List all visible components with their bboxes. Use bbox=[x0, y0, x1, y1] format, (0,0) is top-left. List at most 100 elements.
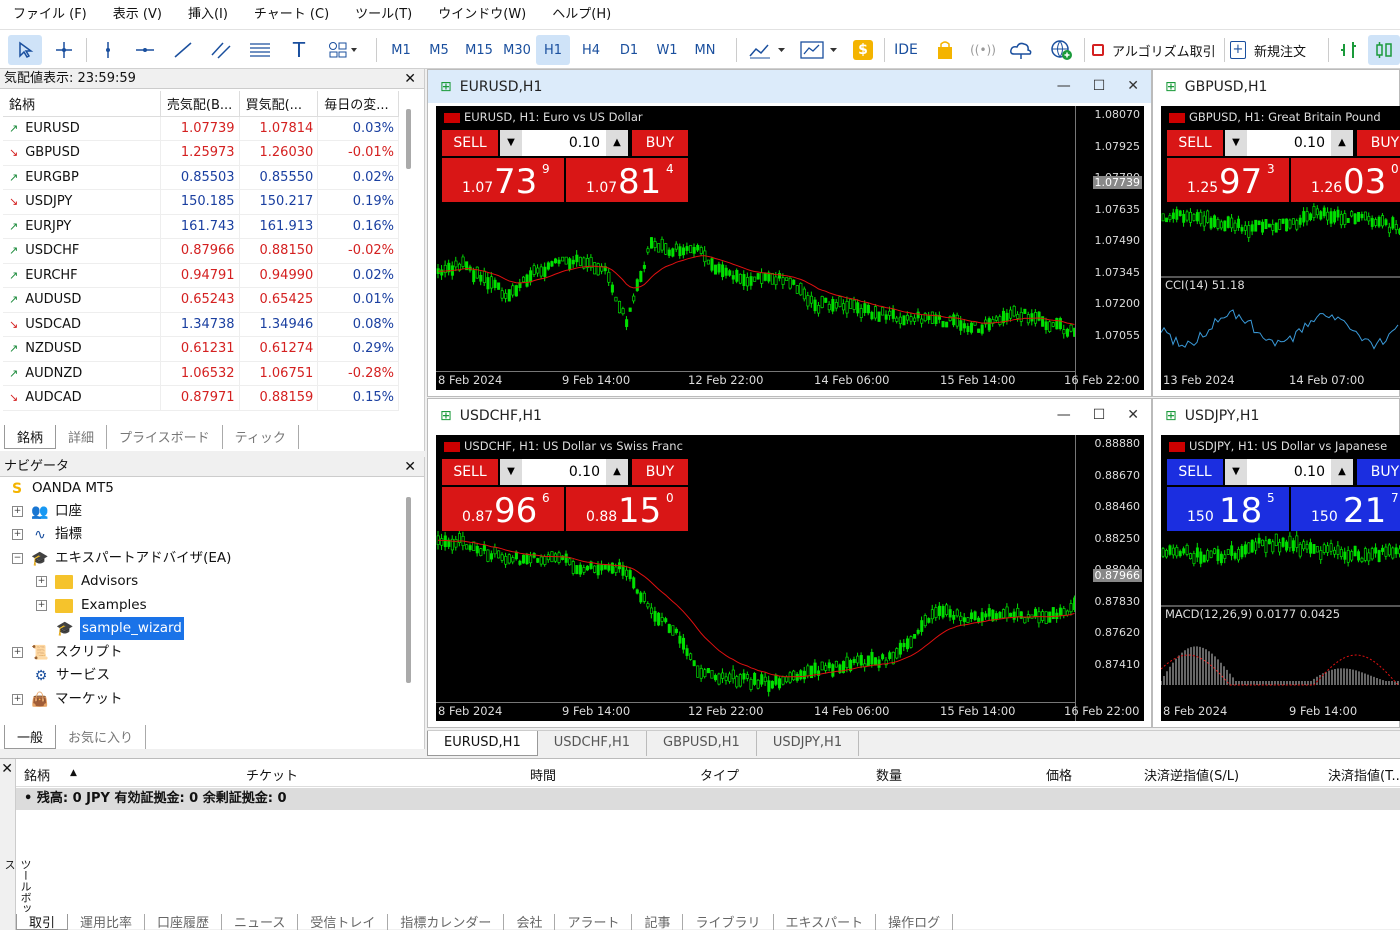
toolbox-tab[interactable]: 口座履歴 bbox=[145, 914, 223, 930]
toolbox-tab[interactable]: ライブラリ bbox=[683, 914, 774, 930]
tree-item-sample-wizard[interactable]: 🎓 sample_wizard bbox=[56, 617, 184, 640]
column-header[interactable]: チケット bbox=[246, 765, 298, 784]
lot-stepper[interactable]: ▼ 0.10 ▲ bbox=[500, 130, 628, 156]
tree-item-scripts[interactable]: + 📜 スクリプト bbox=[12, 641, 123, 664]
buy-button[interactable]: BUY bbox=[1357, 459, 1400, 485]
bid-price-box[interactable]: 0.87 96 6 bbox=[442, 487, 564, 531]
expand-icon[interactable]: + bbox=[12, 694, 23, 705]
toolbox-tab[interactable]: エキスパート bbox=[774, 914, 877, 930]
chart-window[interactable]: ⊞ EURUSD,H1 — ☐ ✕ EURUSD, H1: Euro vs US Doll… bbox=[427, 69, 1152, 397]
expand-icon[interactable]: + bbox=[36, 576, 47, 587]
chart-plot[interactable]: USDCHF, H1: US Dollar vs Swiss Franc SELL… bbox=[436, 435, 1144, 721]
bid-price-box[interactable]: 1.07 73 9 bbox=[442, 158, 564, 202]
tree-item-account[interactable]: + 👥 口座 bbox=[12, 500, 82, 523]
indicators-dropdown-icon[interactable] bbox=[796, 35, 844, 65]
market-bag-icon[interactable] bbox=[928, 35, 962, 65]
toolbox-tab[interactable]: アラート bbox=[555, 914, 633, 930]
tree-item-examples[interactable]: + Examples bbox=[36, 594, 147, 617]
buy-button[interactable]: BUY bbox=[632, 130, 688, 156]
expand-icon[interactable]: + bbox=[12, 647, 23, 658]
column-header[interactable]: 銘柄 bbox=[24, 765, 50, 784]
table-row[interactable]: ↗ NZDUSD 0.61231 0.61274 0.29% bbox=[3, 336, 399, 362]
toolbox-tab[interactable]: 会社 bbox=[504, 914, 556, 930]
cursor-tool-icon[interactable] bbox=[8, 35, 42, 65]
tab-1[interactable]: お気に入り bbox=[56, 725, 147, 749]
expand-icon[interactable]: + bbox=[36, 600, 47, 611]
tab-0[interactable]: 銘柄 bbox=[4, 425, 57, 449]
toolbox-tab[interactable]: 運用比率 bbox=[68, 914, 146, 930]
table-row[interactable]: ↗ EURUSD 1.07739 1.07814 0.03% bbox=[3, 116, 399, 141]
fibonacci-icon[interactable] bbox=[244, 35, 276, 65]
timeframe-m30[interactable]: M30 bbox=[498, 35, 536, 65]
scrollbar-thumb[interactable] bbox=[406, 109, 411, 169]
column-header[interactable]: 数量 bbox=[876, 765, 902, 784]
tab-1[interactable]: 詳細 bbox=[56, 425, 108, 449]
chart-window-title[interactable]: ⊞ GBPUSD,H1 bbox=[1153, 70, 1399, 103]
sort-asc-icon[interactable]: ▲ bbox=[70, 768, 77, 778]
timeframe-h1[interactable]: H1 bbox=[536, 35, 570, 65]
ask-price-box[interactable]: 1.07 81 4 bbox=[566, 158, 688, 202]
toolbox-tab[interactable]: ニュース bbox=[222, 914, 299, 930]
chevron-up-icon[interactable]: ▲ bbox=[606, 130, 628, 156]
toolbox-tab[interactable]: 取引 bbox=[16, 914, 69, 930]
chevron-down-icon[interactable]: ▼ bbox=[500, 130, 522, 156]
close-icon[interactable]: ✕ bbox=[404, 457, 416, 477]
column-header[interactable]: 決済指値(T... bbox=[1328, 765, 1400, 784]
chevron-up-icon[interactable]: ▲ bbox=[606, 459, 628, 485]
dollar-icon[interactable]: $ bbox=[850, 35, 876, 65]
table-row[interactable]: ↗ EURJPY 161.743 161.913 0.16% bbox=[3, 214, 399, 239]
new-order-button[interactable]: + 新規注文 bbox=[1230, 35, 1322, 65]
minimize-icon[interactable]: — bbox=[1057, 407, 1071, 423]
toolbox-tab[interactable]: 記事 bbox=[632, 914, 684, 930]
chevron-down-icon[interactable]: ▼ bbox=[1225, 130, 1247, 156]
sell-button[interactable]: SELL bbox=[1167, 459, 1223, 485]
ask-price-box[interactable]: 0.88 15 0 bbox=[566, 487, 688, 531]
channel-icon[interactable] bbox=[206, 35, 236, 65]
ask-price-box[interactable]: 150 21 7 bbox=[1291, 487, 1400, 531]
chevron-up-icon[interactable]: ▲ bbox=[1331, 459, 1353, 485]
timeframe-m15[interactable]: M15 bbox=[460, 35, 498, 65]
tab-3[interactable]: ティック bbox=[223, 425, 299, 449]
chart-tab[interactable]: USDJPY,H1 bbox=[757, 731, 860, 756]
cloud-icon[interactable] bbox=[1004, 35, 1038, 65]
tree-root[interactable]: S OANDA MT5 bbox=[8, 477, 114, 500]
tree-item-ea[interactable]: − 🎓 エキスパートアドバイザ(EA) bbox=[12, 547, 231, 570]
tree-item-services[interactable]: ⚙ サービス bbox=[32, 664, 110, 687]
chevron-down-icon[interactable]: ▼ bbox=[500, 459, 522, 485]
sell-button[interactable]: SELL bbox=[1167, 130, 1223, 156]
expand-icon[interactable]: + bbox=[12, 529, 23, 540]
close-icon[interactable]: ✕ bbox=[1, 759, 13, 779]
chart-window[interactable]: ⊞ USDJPY,H1 USDJPY, H1: US Dollar vs Japan… bbox=[1152, 398, 1400, 728]
collapse-icon[interactable]: − bbox=[12, 553, 23, 564]
tab-0[interactable]: 一般 bbox=[4, 725, 57, 749]
toolbox-tab[interactable]: 指標カレンダー bbox=[388, 914, 505, 930]
table-row[interactable]: ↗ EURCHF 0.94791 0.94990 0.02% bbox=[3, 263, 399, 288]
lot-stepper[interactable]: ▼ 0.10 ▲ bbox=[500, 459, 628, 485]
algo-trading-button[interactable]: アルゴリズム取引 bbox=[1092, 35, 1220, 65]
chevron-up-icon[interactable]: ▲ bbox=[1331, 130, 1353, 156]
chart-window-title[interactable]: ⊞ EURUSD,H1 bbox=[428, 70, 1151, 103]
chart-window[interactable]: ⊞ GBPUSD,H1 GBPUSD, H1: Great Britain Poun… bbox=[1152, 69, 1400, 397]
toolbox-tab[interactable]: 操作ログ bbox=[876, 914, 954, 930]
timeframe-mn[interactable]: MN bbox=[688, 35, 722, 65]
chart-tab[interactable]: GBPUSD,H1 bbox=[647, 731, 757, 756]
column-header[interactable]: タイプ bbox=[700, 765, 739, 784]
timeframe-w1[interactable]: W1 bbox=[650, 35, 684, 65]
column-header[interactable]: 銘柄 bbox=[3, 91, 161, 117]
table-row[interactable]: ↘ USDCAD 1.34738 1.34946 0.08% bbox=[3, 312, 399, 337]
chart-tab[interactable]: USDCHF,H1 bbox=[538, 731, 648, 756]
crosshair-icon[interactable] bbox=[48, 35, 80, 65]
table-row[interactable]: ↘ USDJPY 150.185 150.217 0.19% bbox=[3, 189, 399, 215]
menu-item[interactable]: ファイル (F) bbox=[0, 0, 100, 29]
timeframe-m1[interactable]: M1 bbox=[384, 35, 418, 65]
tab-2[interactable]: プライスボード bbox=[107, 425, 223, 449]
shapes-dropdown-icon[interactable] bbox=[320, 35, 366, 65]
column-header[interactable]: 売気配(B... bbox=[160, 91, 240, 117]
table-row[interactable]: ↗ AUDNZD 1.06532 1.06751 -0.28% bbox=[3, 361, 399, 386]
timeframe-h4[interactable]: H4 bbox=[574, 35, 608, 65]
chart-type-dropdown-icon[interactable] bbox=[744, 35, 792, 65]
menu-item[interactable]: チャート (C) bbox=[241, 0, 342, 29]
menu-item[interactable]: 挿入(I) bbox=[175, 0, 241, 29]
trend-line-icon[interactable] bbox=[168, 35, 198, 65]
depth-icon[interactable] bbox=[1334, 35, 1364, 65]
